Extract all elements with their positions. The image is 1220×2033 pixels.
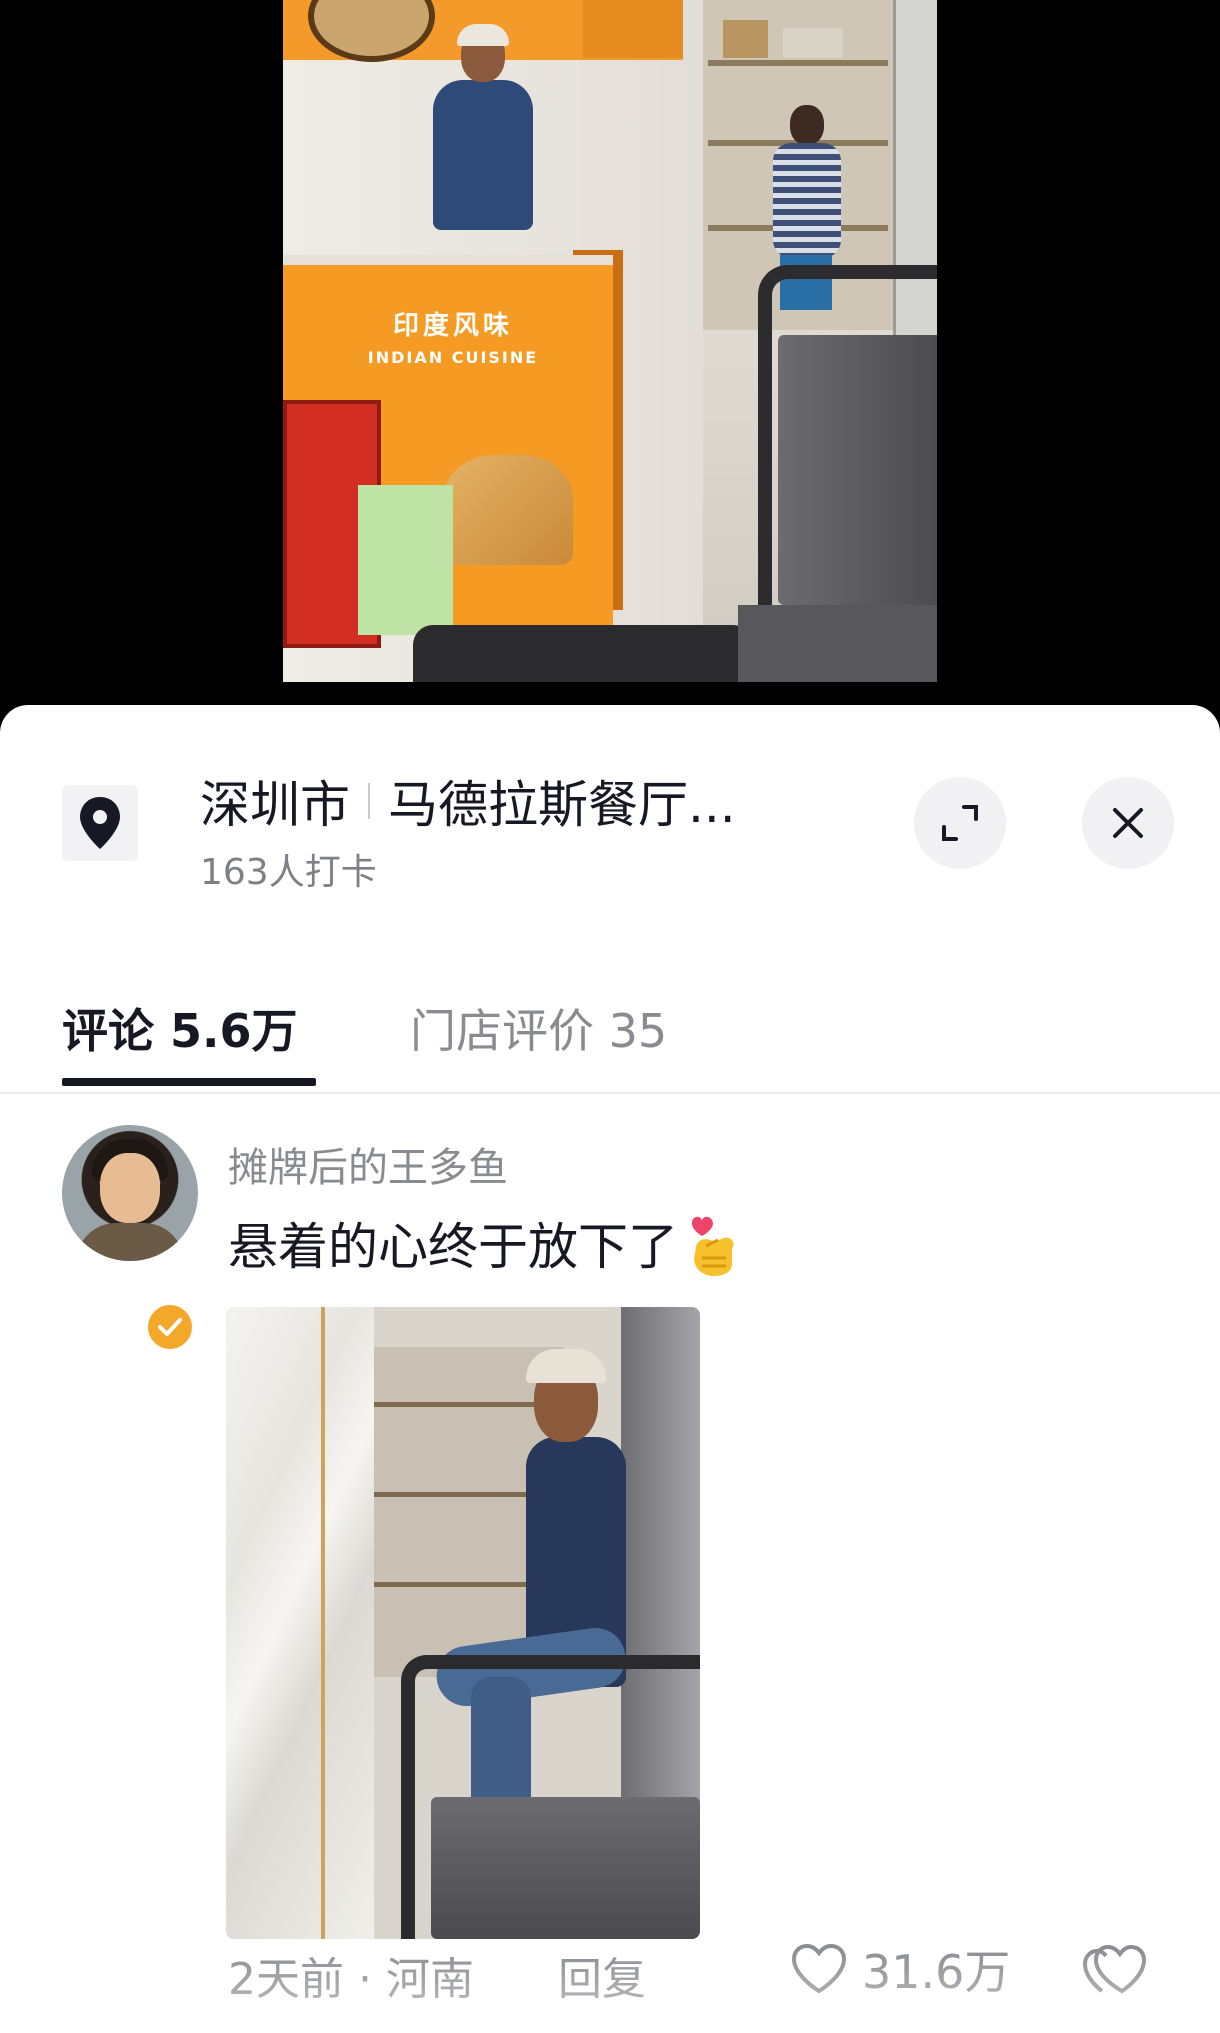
close-icon xyxy=(1113,808,1143,838)
video-shelf xyxy=(708,60,888,66)
video-box xyxy=(723,20,768,58)
video-sign-food-image xyxy=(308,0,435,62)
comment-image[interactable] xyxy=(226,1307,700,1939)
video-box xyxy=(783,28,843,58)
video-sign-cn: 印度风味 xyxy=(392,311,513,341)
location-pin-icon xyxy=(62,785,138,861)
location-title[interactable]: 深圳市 马德拉斯餐厅... xyxy=(200,765,736,837)
verified-badge-icon xyxy=(144,1301,196,1353)
expand-button[interactable] xyxy=(914,777,1006,869)
active-tab-underline xyxy=(62,1078,316,1086)
comment-text-body: 悬着的心终于放下了 xyxy=(228,1218,678,1276)
comment-username[interactable]: 摊牌后的王多鱼 xyxy=(228,1135,508,1193)
location-header[interactable]: 深圳市 马德拉斯餐厅... 163人打卡 xyxy=(0,705,1220,905)
avatar[interactable] xyxy=(62,1125,198,1261)
video-frame[interactable]: 印度风味 INDIAN CUISINE xyxy=(283,0,937,682)
like-count: 31.6万 xyxy=(862,1945,1011,1999)
video-menu-board xyxy=(583,0,683,58)
expand-icon xyxy=(942,805,978,841)
comment-image-trim xyxy=(321,1307,325,1939)
video-counter-sign: 印度风味 INDIAN CUISINE xyxy=(343,305,563,367)
like-button[interactable]: 31.6万 xyxy=(790,1939,1010,1999)
video-tissue-boxes xyxy=(358,485,453,635)
heart-hand-emoji xyxy=(684,1208,742,1278)
reply-button[interactable]: 回复 xyxy=(558,1943,646,2007)
comment-sheet: 深圳市 马德拉斯餐厅... 163人打卡 评论 5.6万 门店评价 35 摊牌后… xyxy=(0,705,1220,2033)
comment-meta: 2天前 · 河南 回复 31.6万 xyxy=(0,1925,1220,2015)
video-chair xyxy=(728,265,937,682)
location-city: 深圳市 xyxy=(200,776,350,834)
tab-store-reviews[interactable]: 门店评价 35 xyxy=(410,995,667,1061)
video-sign-en: INDIAN CUISINE xyxy=(367,348,539,367)
comment-image-chair-seat xyxy=(431,1797,700,1939)
video-samosa-image xyxy=(443,455,573,565)
comment-tabs: 评论 5.6万 门店评价 35 xyxy=(0,967,1220,1094)
close-button[interactable] xyxy=(1082,777,1174,869)
video-foreground-table xyxy=(413,625,753,682)
video-area[interactable]: 印度风味 INDIAN CUISINE xyxy=(0,0,1220,705)
dislike-icon[interactable] xyxy=(1082,1937,1148,1997)
comment-time-location: 2天前 · 河南 xyxy=(228,1954,474,2005)
comment-text[interactable]: 悬着的心终于放下了 xyxy=(228,1207,742,1279)
comment-image-marble-wall xyxy=(226,1307,374,1939)
location-divider xyxy=(368,783,370,819)
comment-image-person-cap xyxy=(526,1349,606,1383)
location-place: 马德拉斯餐厅... xyxy=(388,776,736,834)
heart-icon xyxy=(791,1943,847,1994)
tab-comments[interactable]: 评论 5.6万 xyxy=(62,995,298,1061)
video-person-cook xyxy=(423,20,543,245)
location-checkins: 163人打卡 xyxy=(200,852,377,893)
